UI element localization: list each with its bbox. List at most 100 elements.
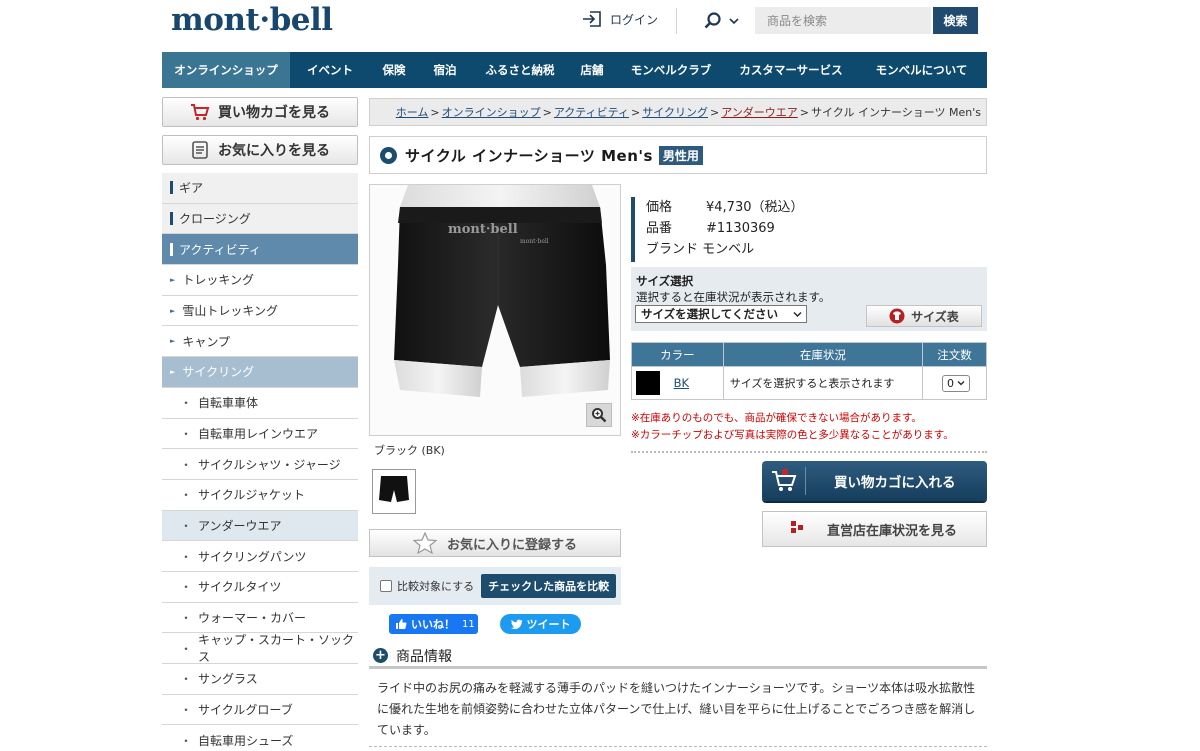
nav-online-shop[interactable]: オンラインショップ bbox=[162, 52, 290, 88]
product-info-summary: 価格 ¥4,730（税込） 品番 #1130369 ブランド モンベル bbox=[631, 197, 804, 262]
sidebar-item[interactable]: アクティビティ bbox=[162, 234, 358, 266]
size-select-value: サイズを選択してください bbox=[641, 307, 778, 321]
price-label: 価格 bbox=[646, 200, 673, 215]
brand-label: ブランド bbox=[646, 242, 699, 257]
nav-montbell-club[interactable]: モンベルクラブ bbox=[616, 52, 726, 88]
sidebar-item-label: サングラス bbox=[198, 672, 258, 687]
sidebar-item[interactable]: ・ウォーマー・カバー bbox=[162, 602, 358, 634]
table-row: BK サイズを選択すると表示されます 0 bbox=[631, 366, 987, 400]
sidebar-item[interactable]: ・サイクリングパンツ bbox=[162, 541, 358, 572]
sidebar-item[interactable]: ・サイクルグローブ bbox=[162, 694, 358, 726]
triangle-right-icon: ► bbox=[170, 337, 176, 346]
sidebar-item-label: ギア bbox=[179, 181, 204, 196]
color-thumbnail[interactable] bbox=[372, 469, 416, 514]
breadcrumb-cycling[interactable]: サイクリング bbox=[642, 104, 708, 120]
shirt-icon bbox=[889, 308, 905, 324]
size-chart-label: サイズ表 bbox=[911, 309, 959, 324]
breadcrumb-home[interactable]: ホーム bbox=[396, 104, 429, 120]
sidebar-item-label: サイクルジャケット bbox=[198, 488, 305, 503]
compare-button[interactable]: チェックした商品を比較 bbox=[481, 574, 617, 598]
bar-icon bbox=[170, 181, 173, 195]
search-scope-dropdown[interactable] bbox=[704, 12, 739, 30]
product-title: サイクル インナーショーツ Men's bbox=[405, 146, 653, 165]
sidebar-item[interactable]: クロージング bbox=[162, 203, 358, 235]
twitter-bird-icon bbox=[510, 619, 522, 629]
compare-label: 比較対象にする bbox=[397, 580, 475, 593]
nav-events[interactable]: イベント bbox=[290, 52, 370, 88]
sidebar-item[interactable]: ギア bbox=[162, 173, 358, 204]
size-select[interactable]: サイズを選択してください bbox=[635, 305, 807, 323]
tweet-label: ツイート bbox=[526, 618, 571, 631]
price-value: ¥4,730（税込） bbox=[706, 200, 804, 215]
sidebar-item[interactable]: ・自転車用レインウエア bbox=[162, 418, 358, 450]
store-stock-button[interactable]: 直営店在庫状況を見る bbox=[762, 511, 987, 547]
breadcrumb-activity[interactable]: アクティビティ bbox=[554, 104, 629, 120]
view-favorites-button[interactable]: お気に入りを見る bbox=[162, 135, 358, 165]
triangle-right-icon: ► bbox=[170, 275, 176, 284]
compare-checkbox[interactable] bbox=[380, 580, 392, 592]
sidebar-item-label: サイクルシャツ・ジャージ bbox=[198, 457, 341, 472]
login-link[interactable]: ログイン bbox=[582, 10, 658, 28]
sidebar-item[interactable]: ► 雪山トレッキング bbox=[162, 295, 358, 327]
thumbs-up-icon bbox=[396, 619, 407, 629]
nav-lodging[interactable]: 宿泊 bbox=[418, 52, 472, 88]
sidebar-item-label: 自転車車体 bbox=[198, 396, 259, 411]
view-cart-label: 買い物カゴを見る bbox=[218, 105, 330, 121]
bullet-icon: ・ bbox=[180, 488, 193, 503]
nav-furusato[interactable]: ふるさと納税 bbox=[472, 52, 568, 88]
nav-insurance[interactable]: 保険 bbox=[370, 52, 418, 88]
sidebar-item[interactable]: ► サイクリング bbox=[162, 357, 358, 388]
star-icon bbox=[412, 532, 437, 554]
chevron-down-icon bbox=[957, 381, 965, 386]
cart-icon bbox=[191, 104, 210, 121]
sidebar-item[interactable]: ・サイクルシャツ・ジャージ bbox=[162, 449, 358, 480]
stock-header-color: カラー bbox=[631, 342, 724, 367]
add-to-cart-button[interactable]: 買い物カゴに入れる bbox=[762, 461, 987, 501]
search-input[interactable] bbox=[755, 7, 931, 34]
breadcrumb-online-shop[interactable]: オンラインショップ bbox=[442, 104, 541, 120]
sidebar-item[interactable]: ・アンダーウエア bbox=[162, 510, 358, 542]
nav-about[interactable]: モンベルについて bbox=[856, 52, 987, 88]
nav-stores[interactable]: 店舗 bbox=[568, 52, 616, 88]
sidebar-item[interactable]: ・キャップ・スカート・ソックス bbox=[162, 633, 358, 664]
color-code-link[interactable]: BK bbox=[674, 376, 689, 390]
login-icon bbox=[583, 11, 601, 27]
add-to-favorites-button[interactable]: お気に入りに登録する bbox=[369, 529, 621, 557]
color-caption: ブラック (BK) bbox=[374, 444, 445, 457]
sidebar-item[interactable]: ・自転車車体 bbox=[162, 387, 358, 419]
gender-badge: 男性用 bbox=[658, 145, 703, 165]
bullet-icon: ・ bbox=[180, 641, 193, 656]
zoom-button[interactable] bbox=[586, 403, 612, 427]
category-menu: ギア クロージング アクティビティ ► トレッキング ► 雪山トレッキング ► キャンプ ► サイク… bbox=[162, 173, 358, 751]
quantity-select[interactable]: 0 bbox=[942, 374, 970, 392]
sidebar-item[interactable]: ・サングラス bbox=[162, 664, 358, 695]
size-chart-button[interactable]: サイズ表 bbox=[866, 305, 982, 327]
sku-label: 品番 bbox=[646, 221, 673, 236]
bullet-icon: ・ bbox=[180, 580, 193, 595]
sidebar-item[interactable]: ► トレッキング bbox=[162, 265, 358, 296]
bullet-icon: ・ bbox=[180, 518, 193, 533]
breadcrumb-underwear[interactable]: アンダーウエア bbox=[721, 104, 798, 120]
sidebar-item-label: サイクルタイツ bbox=[198, 580, 282, 595]
search-button[interactable]: 検索 bbox=[933, 7, 978, 34]
compare-bar: 比較対象にする チェックした商品を比較 bbox=[369, 567, 621, 605]
sidebar-item-label: 自転車用シューズ bbox=[198, 733, 294, 748]
shorts-illustration: mont·bell mont·bell bbox=[370, 185, 620, 435]
sidebar-item[interactable]: ・サイクルタイツ bbox=[162, 571, 358, 603]
facebook-like-button[interactable]: いいね！ 11 bbox=[389, 614, 478, 634]
montbell-logo[interactable]: mont·bell bbox=[171, 2, 333, 38]
triangle-right-icon: ► bbox=[170, 306, 176, 315]
bar-icon bbox=[170, 242, 173, 256]
product-image[interactable]: mont·bell mont·bell bbox=[369, 184, 621, 436]
sidebar-item-label: トレッキング bbox=[182, 273, 255, 288]
sidebar-item[interactable]: ► キャンプ bbox=[162, 326, 358, 358]
tweet-button[interactable]: ツイート bbox=[500, 614, 581, 634]
sidebar-item[interactable]: ・サイクルジャケット bbox=[162, 479, 358, 511]
nav-customer-service[interactable]: カスタマーサービス bbox=[726, 52, 856, 88]
cart-icon bbox=[762, 467, 806, 495]
color-swatch bbox=[636, 371, 660, 395]
bar-icon bbox=[170, 212, 173, 226]
view-cart-button[interactable]: 買い物カゴを見る bbox=[162, 97, 358, 127]
sidebar-item[interactable]: ・自転車用シューズ bbox=[162, 725, 358, 751]
sidebar-item-label: キャップ・スカート・ソックス bbox=[198, 633, 355, 665]
